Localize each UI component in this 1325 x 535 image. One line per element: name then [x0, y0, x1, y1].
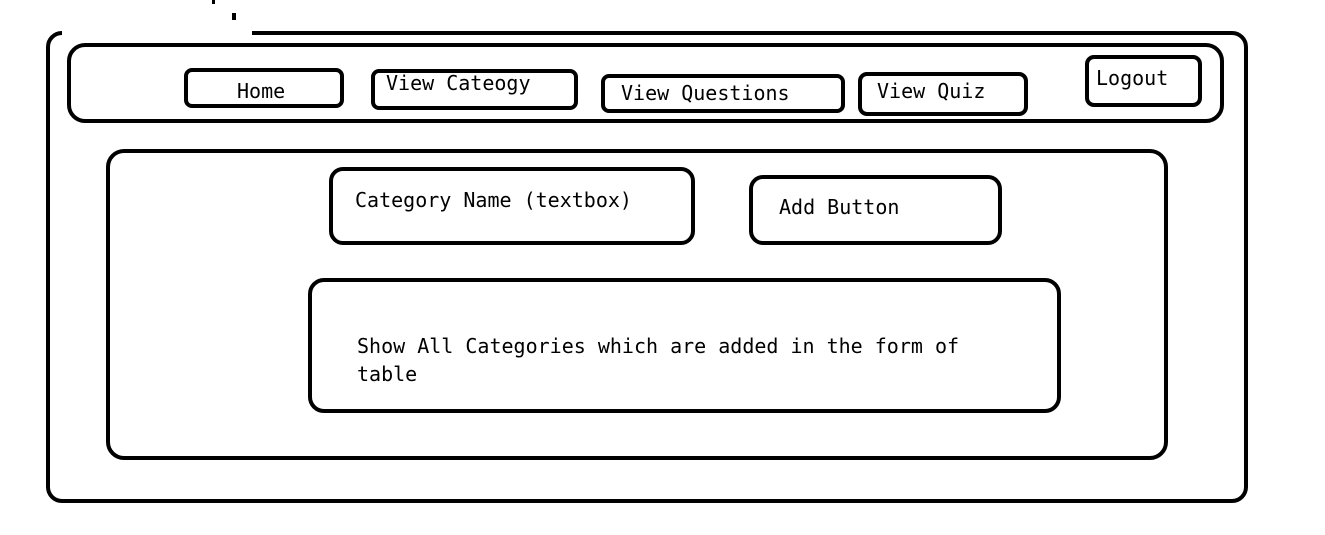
- category-name-placeholder: Category Name (textbox): [355, 188, 632, 212]
- stray-mark: [232, 13, 236, 20]
- categories-table-area: Show All Categories which are added in t…: [308, 278, 1061, 413]
- logout-nav-button[interactable]: Logout: [1085, 55, 1202, 107]
- view-category-nav-button[interactable]: View Cateogy: [371, 69, 578, 110]
- view-questions-nav-label: View Questions: [621, 81, 790, 105]
- category-name-textbox[interactable]: Category Name (textbox): [329, 167, 695, 245]
- view-questions-nav-button[interactable]: View Questions: [601, 74, 845, 113]
- view-quiz-nav-button[interactable]: View Quiz: [858, 72, 1028, 116]
- add-button[interactable]: Add Button: [749, 175, 1002, 245]
- frame-top-gap: [62, 24, 252, 36]
- view-quiz-nav-label: View Quiz: [877, 79, 986, 103]
- stray-mark: [212, 0, 215, 4]
- home-nav-label: Home: [237, 79, 286, 103]
- add-button-label: Add Button: [779, 195, 900, 219]
- categories-table-placeholder: Show All Categories which are added in t…: [357, 334, 960, 386]
- logout-nav-label: Logout: [1096, 66, 1169, 90]
- view-category-nav-label: View Cateogy: [386, 71, 531, 95]
- home-nav-button[interactable]: Home: [184, 68, 344, 108]
